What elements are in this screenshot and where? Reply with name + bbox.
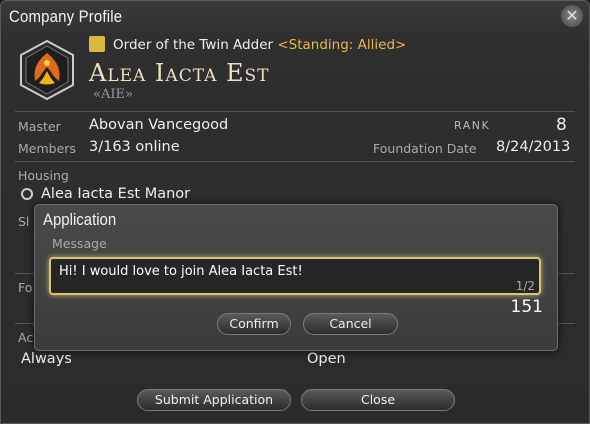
members-label: Members <box>18 141 76 156</box>
remaining-count: 151 <box>510 297 543 317</box>
members-value: 3/163 online <box>89 139 180 155</box>
message-input[interactable]: Hi! I would love to join Alea Iacta Est!… <box>49 257 541 295</box>
confirm-button[interactable]: Confirm <box>217 313 291 335</box>
application-dialog: Application Message Hi! I would love to … <box>34 204 558 351</box>
focus-label-partial: Fo <box>18 280 33 295</box>
housing-label: Housing <box>18 168 69 183</box>
message-label: Message <box>52 236 107 251</box>
gc-emblem-icon <box>89 36 105 52</box>
close-icon[interactable]: ✕ <box>561 5 583 27</box>
page-indicator: 1/2 <box>515 279 535 293</box>
cancel-button[interactable]: Cancel <box>303 313 398 335</box>
master-value: Abovan Vancegood <box>89 117 229 133</box>
active-label-partial: Ac <box>18 330 34 345</box>
close-button[interactable]: Close <box>301 389 455 411</box>
divider <box>15 161 575 162</box>
message-text: Hi! I would love to join Alea Iacta Est! <box>59 264 303 279</box>
twin-adder-crest-icon <box>20 39 74 101</box>
company-profile-window: Company Profile ✕ Order of the Twin Adde… <box>0 0 590 424</box>
search-icon[interactable] <box>21 188 33 200</box>
divider <box>15 111 575 112</box>
submit-application-button[interactable]: Submit Application <box>137 389 291 411</box>
housing-value[interactable]: Alea Iacta Est Manor <box>41 186 190 202</box>
grand-company-line: Order of the Twin Adder <Standing: Allie… <box>113 37 406 53</box>
company-tag: «AIE» <box>93 87 133 102</box>
slogan-label-partial: Sl <box>18 214 30 229</box>
active-value: Always <box>21 351 72 367</box>
foundation-value: 8/24/2013 <box>496 139 571 155</box>
recruitment-value: Open <box>307 351 346 367</box>
rank-label: RANK <box>454 119 491 132</box>
company-name: Alea Iacta Est <box>89 59 270 87</box>
master-label: Master <box>18 119 61 134</box>
titlebar[interactable]: Company Profile ✕ <box>1 1 589 33</box>
foundation-label: Foundation Date <box>373 141 477 156</box>
rank-value: 8 <box>556 115 567 135</box>
window-title: Company Profile <box>9 7 123 26</box>
grand-company-name: Order of the Twin Adder <box>113 37 274 53</box>
dialog-title: Application <box>43 210 117 229</box>
standing-text: <Standing: Allied> <box>277 37 407 53</box>
